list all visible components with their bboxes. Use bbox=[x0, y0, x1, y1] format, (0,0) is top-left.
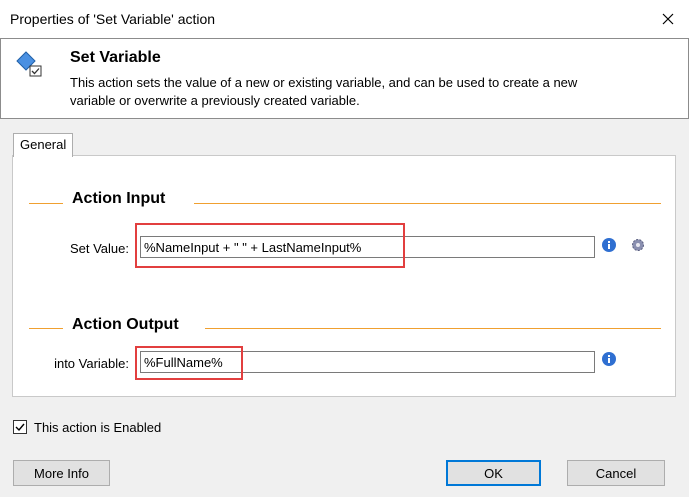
section-divider bbox=[29, 328, 63, 329]
info-icon bbox=[602, 352, 616, 366]
section-divider bbox=[29, 203, 63, 204]
checkmark-icon bbox=[15, 423, 25, 432]
close-button[interactable] bbox=[655, 6, 681, 32]
more-info-button[interactable]: More Info bbox=[13, 460, 110, 486]
into-variable-label: into Variable: bbox=[54, 356, 129, 371]
title-bar: Properties of 'Set Variable' action bbox=[0, 0, 689, 38]
set-value-input[interactable]: %NameInput + " " + LastNameInput% bbox=[140, 236, 595, 258]
action-input-title: Action Input bbox=[72, 190, 166, 207]
section-divider bbox=[194, 203, 661, 204]
into-variable-info-button[interactable] bbox=[600, 350, 618, 368]
gear-icon bbox=[632, 239, 644, 251]
set-value-settings-button[interactable] bbox=[629, 236, 647, 254]
tab-general[interactable]: General bbox=[13, 133, 74, 157]
info-icon bbox=[602, 238, 616, 252]
enabled-label: This action is Enabled bbox=[34, 420, 162, 435]
window-title: Properties of 'Set Variable' action bbox=[10, 11, 216, 27]
action-header: Set Variable This action sets the value … bbox=[0, 38, 689, 119]
close-icon bbox=[662, 13, 674, 25]
set-variable-icon bbox=[16, 51, 42, 77]
ok-button[interactable]: OK bbox=[446, 460, 541, 486]
set-value-label: Set Value: bbox=[69, 241, 129, 256]
set-value-info-button[interactable] bbox=[600, 236, 618, 254]
cancel-button[interactable]: Cancel bbox=[567, 460, 665, 486]
section-divider bbox=[205, 328, 661, 329]
into-variable-input[interactable]: %FullName% bbox=[140, 351, 595, 373]
action-title: Set Variable bbox=[70, 49, 161, 66]
enabled-checkbox[interactable] bbox=[13, 420, 27, 434]
general-panel: Action Input Set Value: %NameInput + " "… bbox=[12, 155, 676, 397]
action-output-title: Action Output bbox=[72, 316, 179, 333]
action-description: This action sets the value of a new or e… bbox=[70, 75, 578, 108]
